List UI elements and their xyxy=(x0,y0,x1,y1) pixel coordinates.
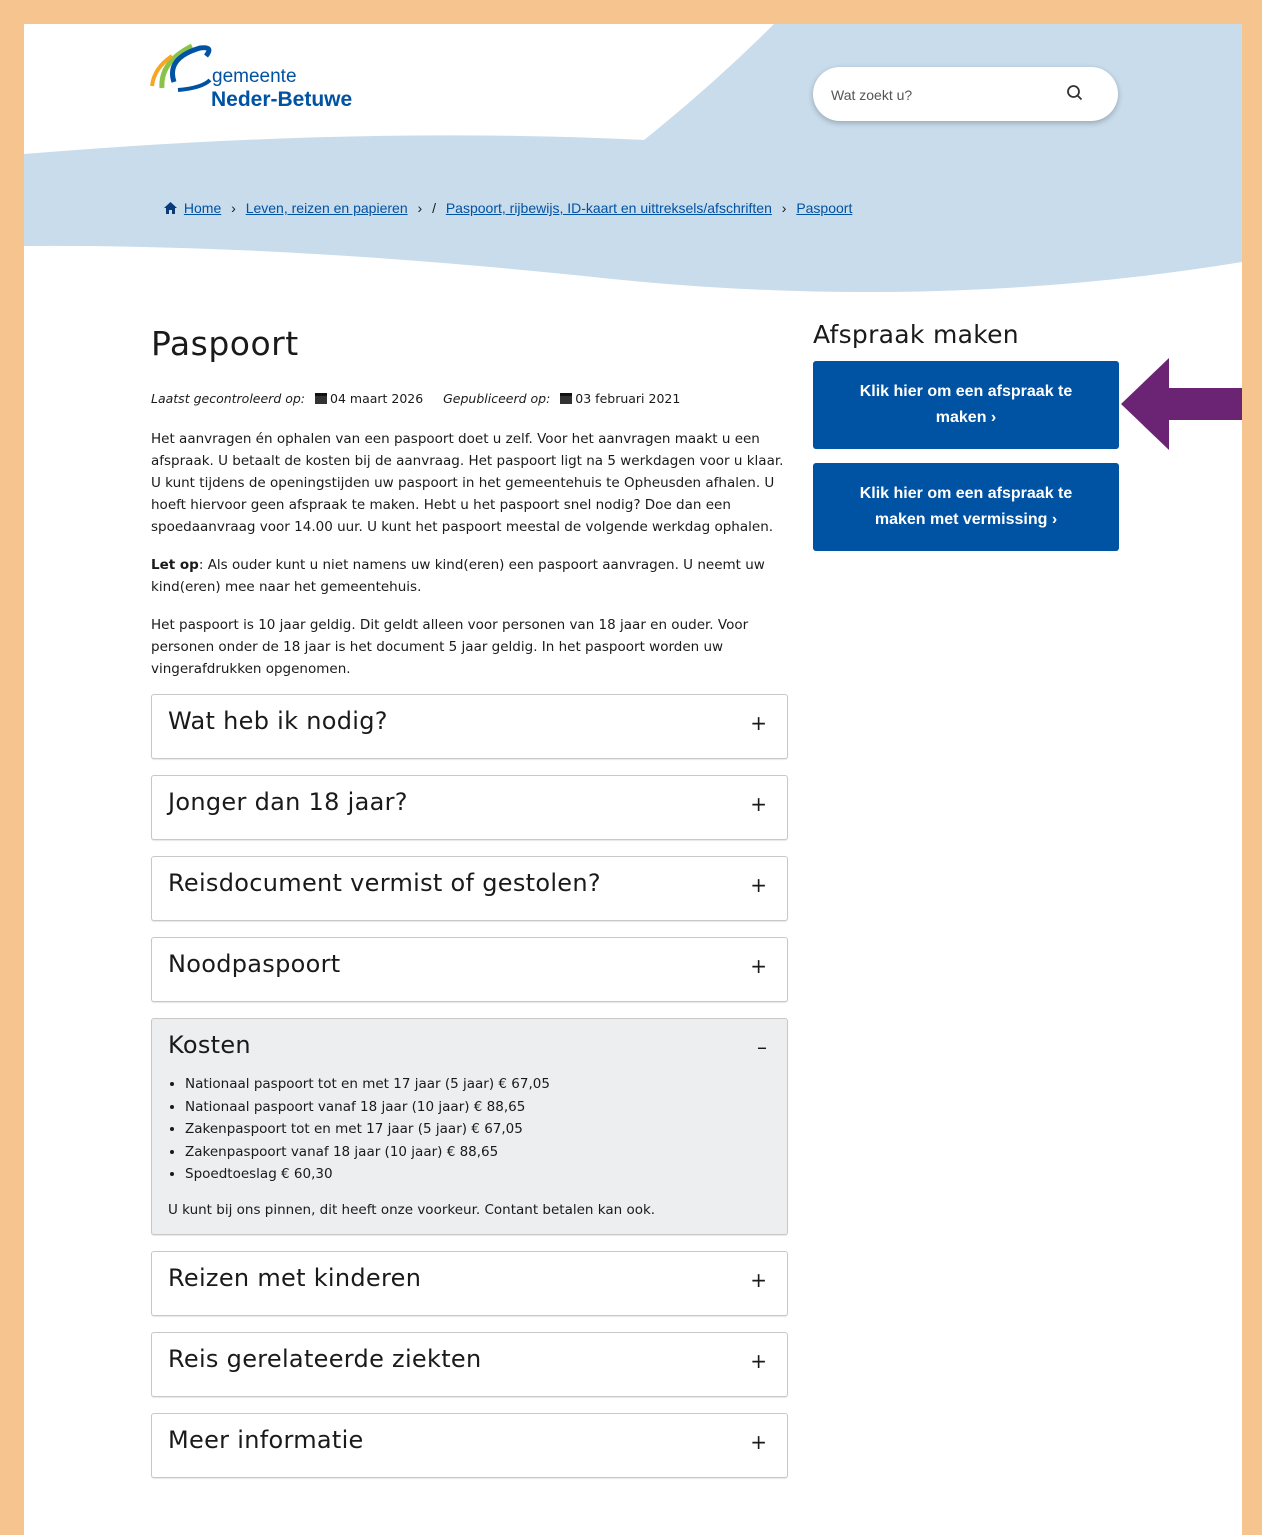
breadcrumb-separator: › xyxy=(417,200,423,216)
accordion-header[interactable]: Jonger dan 18 jaar? + xyxy=(152,776,787,839)
breadcrumb-separator: › xyxy=(781,200,787,216)
page-meta: Laatst gecontroleerd op: 04 maart 2026 G… xyxy=(151,391,788,406)
accordion: Wat heb ik nodig? + Jonger dan 18 jaar? … xyxy=(151,694,788,1478)
calendar-icon xyxy=(315,393,328,404)
intro-paragraph: Het aanvragen én ophalen van een paspoor… xyxy=(151,431,784,535)
breadcrumb-home[interactable]: Home xyxy=(184,200,221,216)
accordion-title: Jonger dan 18 jaar? xyxy=(168,788,408,816)
plus-icon[interactable]: + xyxy=(750,1268,767,1292)
accordion-item-kosten[interactable]: Kosten – Nationaal paspoort tot en met 1… xyxy=(151,1018,788,1235)
page-frame: gemeente Neder-Betuwe Home › Leven, reiz… xyxy=(24,24,1242,1535)
accordion-item-reisdocument-vermist[interactable]: Reisdocument vermist of gestolen? + xyxy=(151,856,788,921)
search-input[interactable] xyxy=(829,82,1063,108)
validity-paragraph: Het paspoort is 10 jaar geldig. Dit geld… xyxy=(151,617,749,677)
plus-icon[interactable]: + xyxy=(750,954,767,978)
accordion-body: Nationaal paspoort tot en met 17 jaar (5… xyxy=(152,1073,787,1234)
breadcrumb-paspoort[interactable]: Paspoort xyxy=(796,200,852,216)
costs-note: U kunt bij ons pinnen, dit heeft onze vo… xyxy=(168,1201,656,1218)
checked-date: 04 maart 2026 xyxy=(330,391,424,406)
accordion-header[interactable]: Reizen met kinderen + xyxy=(152,1252,787,1315)
accordion-item-reis-ziekten[interactable]: Reis gerelateerde ziekten + xyxy=(151,1331,788,1397)
accordion-title: Kosten xyxy=(168,1031,251,1059)
published-date: 03 februari 2021 xyxy=(575,391,681,406)
checked-label: Laatst gecontroleerd op: xyxy=(151,391,306,406)
accordion-item-jonger-dan-18[interactable]: Jonger dan 18 jaar? + xyxy=(151,775,788,840)
plus-icon[interactable]: + xyxy=(750,873,767,897)
accordion-item-reizen-met-kinderen[interactable]: Reizen met kinderen + xyxy=(151,1250,788,1316)
list-item: Zakenpaspoort vanaf 18 jaar (10 jaar) € … xyxy=(185,1141,771,1164)
logo-text-name: Neder-Betuwe xyxy=(211,88,353,111)
plus-icon[interactable]: + xyxy=(750,711,767,735)
plus-icon[interactable]: + xyxy=(750,1430,767,1454)
minus-icon[interactable]: – xyxy=(757,1035,767,1059)
accordion-title: Reis gerelateerde ziekten xyxy=(168,1344,482,1373)
search-box xyxy=(813,67,1118,121)
main-content: Paspoort Laatst gecontroleerd op: 04 maa… xyxy=(151,324,788,1494)
accordion-item-meer-informatie[interactable]: Meer informatie + xyxy=(151,1412,788,1478)
sidebar-title: Afspraak maken xyxy=(813,320,1019,349)
accordion-header[interactable]: Wat heb ik nodig? + xyxy=(152,695,787,758)
logo-text-gemeente: gemeente xyxy=(212,66,297,87)
home-icon xyxy=(164,202,177,214)
list-item: Zakenpaspoort tot en met 17 jaar (5 jaar… xyxy=(185,1118,771,1141)
logo-mark-icon xyxy=(150,43,212,92)
accordion-header[interactable]: Reisdocument vermist of gestolen? + xyxy=(152,857,787,920)
list-item: Nationaal paspoort tot en met 17 jaar (5… xyxy=(185,1073,771,1096)
breadcrumb: Home › Leven, reizen en papieren › / Pas… xyxy=(164,200,852,216)
published-label: Gepubliceerd op: xyxy=(443,391,551,406)
breadcrumb-separator: › xyxy=(231,200,236,216)
list-item: Spoedtoeslag € 60,30 xyxy=(185,1163,771,1186)
plus-icon[interactable]: + xyxy=(750,1349,767,1373)
note-text: : Als ouder kunt u niet namens uw kind(e… xyxy=(151,557,765,595)
search-icon[interactable] xyxy=(1066,84,1084,102)
calendar-icon xyxy=(560,393,573,404)
accordion-header[interactable]: Noodpaspoort + xyxy=(152,938,787,1001)
arrow-left-icon xyxy=(1121,358,1242,450)
breadcrumb-leven[interactable]: Leven, reizen en papieren xyxy=(246,200,408,216)
make-appointment-missing-button[interactable]: Klik hier om een afspraak te maken met v… xyxy=(813,463,1119,551)
accordion-item-wat-heb-ik-nodig[interactable]: Wat heb ik nodig? + xyxy=(151,694,788,759)
appointment-sidebar: Afspraak maken Klik hier om een afspraak… xyxy=(813,320,1119,551)
accordion-header[interactable]: Meer informatie + xyxy=(152,1414,787,1477)
list-item: Nationaal paspoort vanaf 18 jaar (10 jaa… xyxy=(185,1096,771,1119)
accordion-header[interactable]: Kosten – xyxy=(152,1019,787,1073)
costs-list: Nationaal paspoort tot en met 17 jaar (5… xyxy=(168,1073,771,1186)
note-bold: Let op xyxy=(151,557,199,573)
breadcrumb-paspoort-rijbewijs[interactable]: Paspoort, rijbewijs, ID-kaart en uittrek… xyxy=(446,200,772,216)
accordion-title: Reisdocument vermist of gestolen? xyxy=(168,869,601,897)
note-paragraph: Let op: Als ouder kunt u niet namens uw … xyxy=(151,554,788,598)
accordion-title: Meer informatie xyxy=(168,1425,364,1454)
page-title: Paspoort xyxy=(151,324,299,363)
accordion-title: Wat heb ik nodig? xyxy=(168,707,388,735)
accordion-header[interactable]: Reis gerelateerde ziekten + xyxy=(152,1333,787,1396)
accordion-title: Reizen met kinderen xyxy=(168,1263,422,1292)
accordion-item-noodpaspoort[interactable]: Noodpaspoort + xyxy=(151,937,788,1002)
accordion-title: Noodpaspoort xyxy=(168,950,341,978)
make-appointment-button[interactable]: Klik hier om een afspraak te maken › xyxy=(813,361,1119,449)
breadcrumb-separator: / xyxy=(432,200,436,216)
site-logo[interactable]: gemeente Neder-Betuwe xyxy=(148,38,388,124)
plus-icon[interactable]: + xyxy=(750,792,767,816)
